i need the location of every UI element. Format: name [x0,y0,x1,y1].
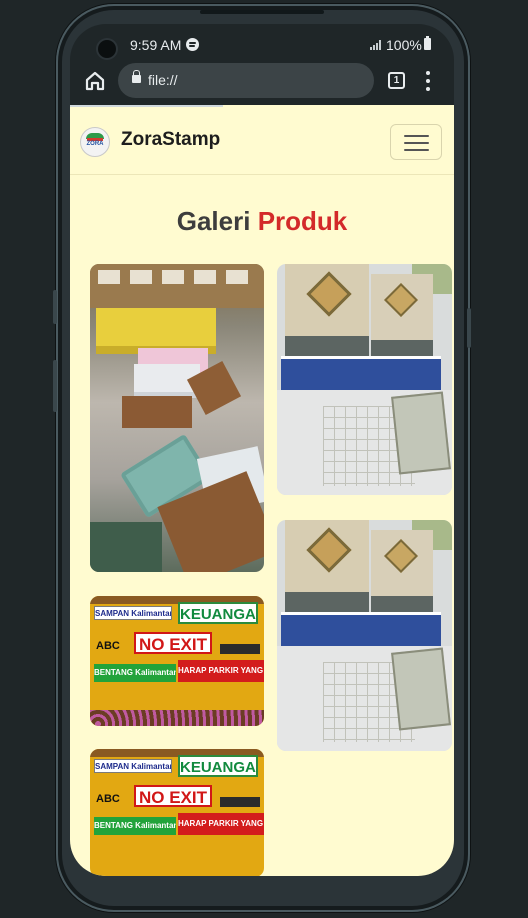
power-button [467,308,471,348]
speaker-grille [200,10,324,14]
photo-box [122,396,192,428]
photo-blue-box [281,356,441,394]
signal-icon [370,40,382,50]
sign-dark [220,797,260,807]
spotify-icon [186,38,199,51]
gallery-photo-boxes[interactable] [277,520,452,751]
sign-no-exit: NO EXIT [134,785,212,807]
sign-abc: ABC [96,793,120,805]
sign-no-exit: NO EXIT [134,632,212,654]
status-bar: 9:59 AM 100% [70,24,454,60]
logo-text: ZORA [86,141,104,147]
lock-icon [132,70,141,83]
gallery-photo-signs[interactable]: SAMPAN Kalimantan KEUANGAN ABC NO EXIT B… [90,596,264,726]
photo-flowers [90,710,264,726]
sign-bentang: BENTANG Kalimantan [94,664,176,682]
sign-keuangan: KEUANGAN [178,755,258,777]
volume-button [53,290,57,324]
volume-button [53,360,57,412]
phone-screen: 9:59 AM 100% file:// 1 ZORA ZoraStamp Ga… [70,24,454,876]
sign-harap: HARAP PARKIR YANG RAPI [178,813,264,835]
photo-cutting-mat [90,522,162,572]
battery-icon [424,36,431,50]
sign-bentang: BENTANG Kalimantan [94,817,176,835]
sign-dark [220,644,260,654]
gallery-title-part1: Galeri [176,206,251,236]
menu-icon[interactable] [422,70,434,92]
browser-toolbar: file:// 1 [70,60,454,104]
address-bar[interactable]: file:// [118,63,374,98]
site-navbar: ZORA ZoraStamp [70,107,454,175]
sign-abc: ABC [96,640,120,652]
camera-cutout [98,40,116,58]
sign-keuangan: KEUANGAN [178,602,258,624]
photo-shelf [90,264,264,308]
status-time: 9:59 AM [130,37,182,53]
web-page: ZORA ZoraStamp Galeri Produk SAMPAN Kali… [70,105,454,876]
photo-blue-box [281,612,441,650]
sign-harap: HARAP PARKIR YANG RAPI [178,660,264,682]
hamburger-icon[interactable] [390,124,442,160]
sign-sampan: SAMPAN Kalimantan [94,606,172,620]
sign-sampan: SAMPAN Kalimantan [94,759,172,773]
home-icon[interactable] [84,70,106,92]
gallery-title-part2: Produk [257,206,348,236]
gallery-photo-workshop[interactable] [90,264,264,572]
photo-card [391,647,451,731]
gallery-photo-boxes[interactable] [277,264,452,495]
gallery-photo-signs[interactable]: SAMPAN Kalimantan KEUANGAN ABC NO EXIT B… [90,749,264,876]
brand-logo[interactable]: ZORA [80,127,110,157]
url-text: file:// [148,72,178,88]
photo-card [391,391,451,475]
battery-percent: 100% [386,37,422,53]
tabs-button[interactable]: 1 [388,72,405,89]
brand-name[interactable]: ZoraStamp [121,129,220,151]
gallery-title: Galeri Produk [70,206,454,237]
